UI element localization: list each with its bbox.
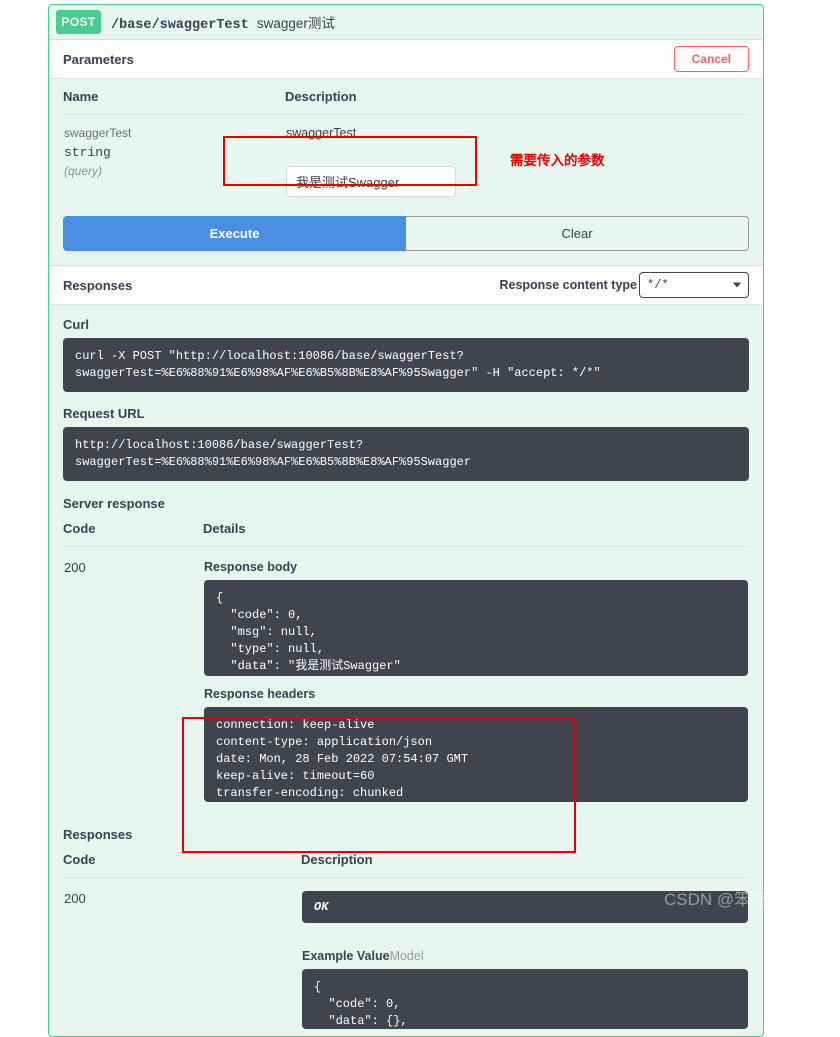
example-model-tabs[interactable]: Example ValueModel [302,949,748,963]
http-method-badge: POST [56,10,101,34]
column-header-name: Name [63,79,285,115]
response-headers-code-block: connection: keep-alive content-type: app… [204,707,748,802]
server-response-details: Response body { "code": 0, "msg": null, … [203,547,749,804]
cancel-button[interactable]: Cancel [673,46,749,72]
server-response-header-row: Code Details [63,511,749,547]
operation-summary[interactable]: POST /base/swaggerTest swagger测试 [49,5,763,39]
response-body-label: Response body [204,560,298,574]
column-header-code: Code [63,511,203,547]
parameters-title: Parameters [63,51,134,67]
responses-body: Curl curl -X POST "http://localhost:1008… [49,317,763,1036]
response-content-type-select[interactable]: */* [639,272,749,298]
table-row: 200 Response body { "code": 0, "msg": nu… [63,547,749,804]
clear-button[interactable]: Clear [406,216,749,251]
action-buttons-row: Execute Clear [63,216,749,251]
request-url-code-block: http://localhost:10086/base/swaggerTest?… [63,427,749,481]
response-headers-label: Response headers [204,687,316,701]
tab-example-value[interactable]: Example Value [302,949,390,963]
responses-definition-header-row: Code Description [63,842,749,878]
table-row: swaggerTest string (query) swaggerTest [63,115,749,199]
example-value-code-block: { "code": 0, "data": {}, "msg": "string" [302,969,748,1029]
responses-table-title: Responses [63,827,133,842]
operation-path: /base/swaggerTest swagger测试 [111,12,335,33]
server-response-table: Code Details 200 Response body { "code":… [63,511,749,803]
parameters-table: Name Description swaggerTest string (que… [63,79,749,198]
execute-button[interactable]: Execute [63,216,406,251]
parameters-header-row: Name Description [63,79,749,115]
parameters-body: Name Description swaggerTest string (que… [49,79,763,265]
responses-header: Responses Response content type */* [49,265,763,305]
server-response-code: 200 [64,560,86,575]
parameter-name: swaggerTest [64,126,132,140]
column-header-description: Description [285,79,749,115]
responses-definition-table: Code Description 200 OK Example ValueMod… [63,842,749,1030]
parameters-header: Parameters Cancel [49,39,763,79]
response-definition-code: 200 [64,891,86,906]
operation-path-text: /base/swaggerTest [111,17,249,33]
response-content-type-select-wrap[interactable]: */* [639,272,749,298]
parameter-name-cell: swaggerTest string (query) [63,115,285,199]
response-description-ok: OK [302,891,748,923]
swaggertest-input[interactable] [286,166,456,197]
column-header-description-2: Description [301,842,749,878]
response-body-code-block: { "code": 0, "msg": null, "type": null, … [204,580,748,676]
response-content-type-label: Response content type [499,278,637,292]
server-response-label: Server response [63,496,165,511]
operation-summary-text: swagger测试 [256,15,335,31]
column-header-details: Details [203,511,749,547]
responses-title: Responses [63,277,133,293]
response-content-type-group: Response content type */* [499,272,749,298]
swagger-ui-page: POST /base/swaggerTest swagger测试 Paramet… [0,0,840,1037]
column-header-code-2: Code [63,842,301,878]
request-url-label: Request URL [63,406,145,421]
curl-code-block: curl -X POST "http://localhost:10086/bas… [63,338,749,392]
tab-model[interactable]: Model [390,949,424,963]
parameter-description: swaggerTest [286,126,357,140]
curl-label: Curl [63,317,89,332]
response-definition-description: OK Example ValueModel { "code": 0, "data… [301,878,749,1031]
operation-block: POST /base/swaggerTest swagger测试 Paramet… [48,4,764,1037]
parameter-location: (query) [64,164,103,178]
table-row: 200 OK Example ValueModel { "code": 0, "… [63,878,749,1031]
parameter-type: string [64,145,111,160]
annotation-label-parameter: 需要传入的参数 [510,153,605,168]
